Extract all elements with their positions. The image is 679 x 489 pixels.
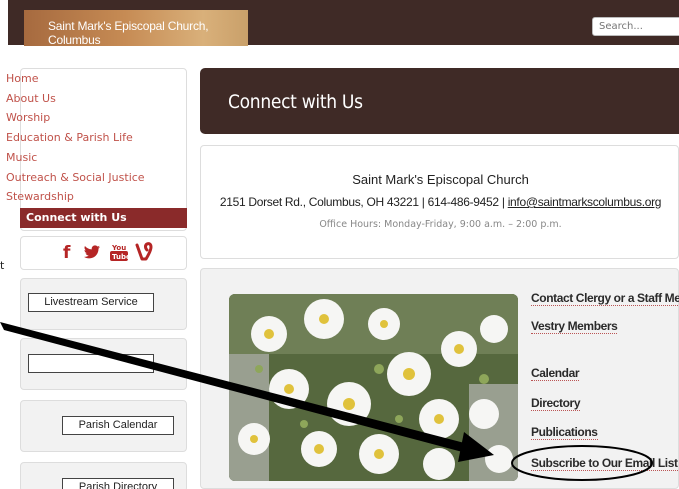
annotation-arrow (0, 322, 653, 481)
